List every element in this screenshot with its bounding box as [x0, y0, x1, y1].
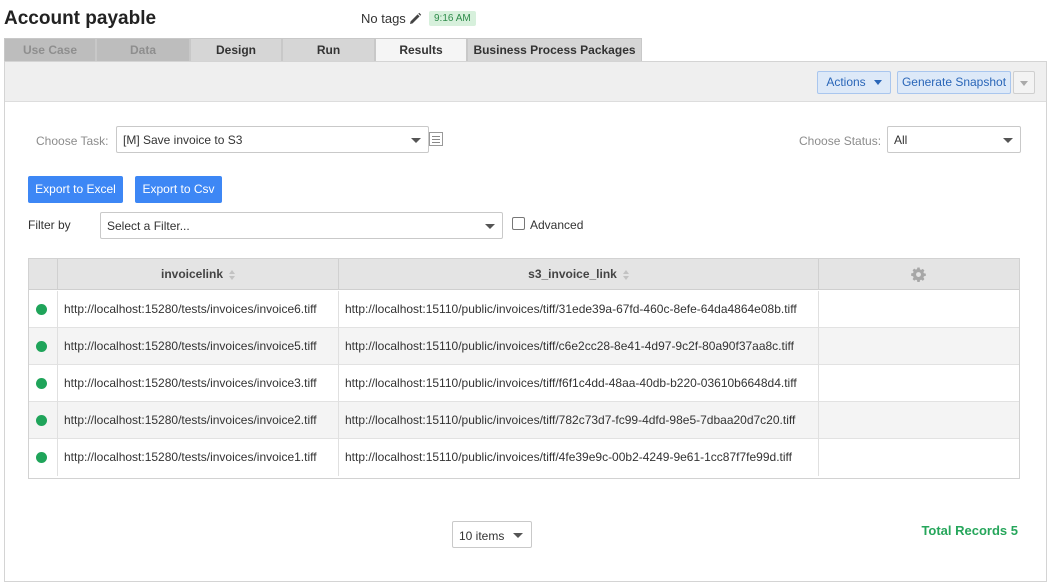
tab-design[interactable]: Design — [190, 38, 282, 61]
chevron-down-icon — [411, 138, 421, 143]
actions-cell — [819, 439, 1019, 476]
column-header-s3-invoice-link[interactable]: s3_invoice_link — [339, 259, 819, 290]
actions-cell — [819, 402, 1019, 439]
export-csv-button[interactable]: Export to Csv — [135, 176, 222, 203]
status-dot-icon — [36, 341, 47, 352]
chevron-down-icon — [873, 80, 882, 86]
table-row[interactable]: http://localhost:15280/tests/invoices/in… — [29, 328, 1019, 365]
s3-invoice-link-cell: http://localhost:15110/public/invoices/t… — [339, 402, 819, 439]
column-header-label: invoicelink — [160, 267, 224, 281]
status-dot-icon — [36, 415, 47, 426]
column-header-label: s3_invoice_link — [528, 267, 617, 281]
generate-snapshot-button[interactable]: Generate Snapshot — [897, 71, 1011, 94]
actions-cell — [819, 328, 1019, 365]
tags-text[interactable]: No tags — [361, 11, 406, 26]
status-dot-icon — [36, 304, 47, 315]
table-row[interactable]: http://localhost:15280/tests/invoices/in… — [29, 402, 1019, 439]
actions-cell — [819, 291, 1019, 328]
invoicelink-cell: http://localhost:15280/tests/invoices/in… — [58, 328, 339, 365]
s3-invoice-link-cell: http://localhost:15110/public/invoices/t… — [339, 328, 819, 365]
status-dot-icon — [36, 378, 47, 389]
results-table: invoicelink s3_invoice_link http://local… — [28, 258, 1020, 479]
invoicelink-cell: http://localhost:15280/tests/invoices/in… — [58, 291, 339, 328]
chevron-down-icon — [1020, 81, 1028, 86]
gear-icon[interactable] — [911, 267, 926, 282]
s3-invoice-link-cell: http://localhost:15110/public/invoices/t… — [339, 291, 819, 328]
choose-status-select[interactable]: All — [887, 126, 1021, 153]
table-row[interactable]: http://localhost:15280/tests/invoices/in… — [29, 439, 1019, 476]
choose-task-select[interactable]: [M] Save invoice to S3 — [116, 126, 429, 153]
toolbar: Actions Generate Snapshot — [5, 62, 1046, 102]
tab-business-process-packages[interactable]: Business Process Packages — [467, 38, 642, 61]
status-cell — [29, 439, 58, 476]
tab-results[interactable]: Results — [375, 38, 467, 62]
table-row[interactable]: http://localhost:15280/tests/invoices/in… — [29, 365, 1019, 402]
pencil-icon[interactable] — [408, 12, 422, 26]
chevron-down-icon — [485, 224, 495, 229]
page-size-select[interactable]: 10 items — [452, 521, 532, 548]
actions-button[interactable]: Actions — [817, 71, 891, 94]
tab-data[interactable]: Data — [96, 38, 190, 61]
table-header: invoicelink s3_invoice_link — [29, 259, 1019, 290]
choose-task-label: Choose Task: — [36, 134, 109, 148]
chevron-down-icon — [1003, 138, 1013, 143]
time-badge: 9:16 AM — [429, 11, 476, 26]
choose-status-value: All — [894, 133, 908, 147]
invoicelink-cell: http://localhost:15280/tests/invoices/in… — [58, 365, 339, 402]
table-row[interactable]: http://localhost:15280/tests/invoices/in… — [29, 291, 1019, 328]
status-column-header — [29, 259, 58, 290]
advanced-checkbox[interactable] — [512, 217, 525, 230]
choose-status-label: Choose Status: — [799, 134, 882, 148]
status-dot-icon — [36, 452, 47, 463]
page-title: Account payable — [4, 8, 157, 29]
results-panel: Actions Generate Snapshot Choose Task: [… — [4, 61, 1047, 582]
snapshot-dropdown-button[interactable] — [1013, 71, 1035, 94]
tab-run[interactable]: Run — [282, 38, 375, 61]
actions-label: Actions — [826, 75, 866, 89]
status-cell — [29, 328, 58, 365]
actions-cell — [819, 365, 1019, 402]
s3-invoice-link-cell: http://localhost:15110/public/invoices/t… — [339, 365, 819, 402]
choose-task-value: [M] Save invoice to S3 — [123, 133, 243, 147]
chevron-down-icon — [513, 533, 523, 538]
filter-by-label: Filter by — [28, 218, 71, 232]
s3-invoice-link-cell: http://localhost:15110/public/invoices/t… — [339, 439, 819, 476]
filter-placeholder: Select a Filter... — [107, 219, 190, 233]
tab-use-case[interactable]: Use Case — [4, 38, 96, 61]
invoicelink-cell: http://localhost:15280/tests/invoices/in… — [58, 439, 339, 476]
status-cell — [29, 365, 58, 402]
status-cell — [29, 291, 58, 328]
list-icon[interactable] — [429, 132, 443, 146]
export-excel-button[interactable]: Export to Excel — [28, 176, 123, 203]
page-size-value: 10 items — [459, 529, 505, 543]
column-header-invoicelink[interactable]: invoicelink — [58, 259, 339, 290]
invoicelink-cell: http://localhost:15280/tests/invoices/in… — [58, 402, 339, 439]
header: Account payable No tags 9:16 AM — [0, 0, 1051, 38]
total-records: Total Records 5 — [921, 523, 1018, 538]
sort-icon[interactable] — [622, 269, 629, 280]
advanced-label: Advanced — [530, 218, 584, 232]
status-cell — [29, 402, 58, 439]
sort-icon[interactable] — [229, 269, 236, 280]
filter-select[interactable]: Select a Filter... — [100, 212, 503, 239]
